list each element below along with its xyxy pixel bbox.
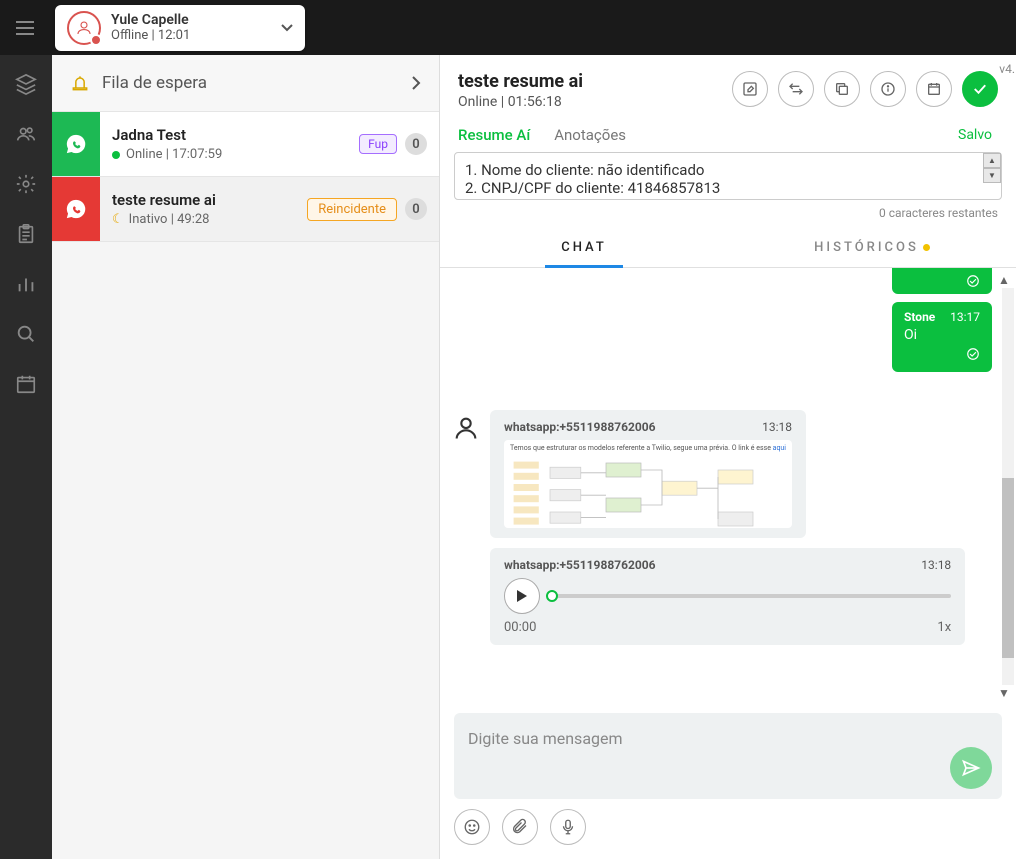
scrollbar-track[interactable] (1002, 288, 1014, 685)
info-button[interactable] (870, 71, 906, 107)
conversation-item[interactable]: Jadna Test Online | 17:07:59 Fup 0 (52, 112, 439, 177)
online-dot-icon (112, 151, 120, 159)
message-sender: Stone (904, 310, 935, 324)
top-bar: Yule Capelle Offline | 12:01 (0, 0, 1016, 55)
image-attachment[interactable]: Temos que estruturar os modelos referent… (504, 440, 792, 528)
incoming-message-bubble: whatsapp:+5511988762006 13:18 (490, 548, 965, 645)
audio-progress-track[interactable] (552, 594, 951, 598)
confirm-button[interactable] (962, 71, 998, 107)
user-status-text: Offline | 12:01 (111, 28, 281, 43)
incoming-message: whatsapp:+5511988762006 13:18 Temos que … (452, 410, 992, 538)
scroll-down-arrow-icon[interactable]: ▼ (996, 685, 1012, 701)
message-sender: whatsapp:+5511988762006 (504, 558, 656, 572)
spinner-control[interactable]: ▲ ▼ (983, 153, 1001, 183)
conversation-name: Jadna Test (112, 126, 359, 144)
version-label: v4. (998, 60, 1016, 78)
calendar-button[interactable] (916, 71, 952, 107)
attachment-button[interactable] (502, 809, 538, 845)
message-sender: whatsapp:+5511988762006 (504, 420, 656, 434)
audio-progress-knob-icon[interactable] (546, 590, 558, 602)
play-button[interactable] (504, 578, 540, 614)
queue-title: Fila de espera (102, 73, 411, 93)
summary-line: 2. CNPJ/CPF do cliente: 41846857813 (465, 179, 991, 197)
queue-header[interactable]: Fila de espera (52, 55, 439, 112)
user-status-card[interactable]: Yule Capelle Offline | 12:01 (55, 5, 305, 51)
diagram-thumbnail-icon (508, 456, 788, 528)
conversation-name: teste resume ai (112, 191, 307, 209)
conversation-meta: ☾ Inativo | 49:28 (112, 212, 307, 227)
whatsapp-channel-icon (52, 177, 100, 241)
chevron-right-icon (411, 75, 421, 91)
summary-textarea[interactable]: 1. Nome do cliente: não identificado 2. … (454, 152, 1002, 200)
user-name: Yule Capelle (111, 12, 281, 28)
transfer-button[interactable] (778, 71, 814, 107)
conversation-meta: Online | 17:07:59 (112, 147, 359, 162)
calendar-icon[interactable] (15, 373, 37, 395)
message-input[interactable]: Digite sua mensagem (454, 713, 1002, 799)
chat-panel: teste resume ai Online | 01:56:18 Resume… (440, 55, 1016, 859)
chevron-down-icon[interactable] (281, 24, 293, 32)
subtabs: Resume Aí Anotações Salvo (440, 120, 1016, 144)
gear-icon[interactable] (15, 173, 37, 195)
moon-inactive-icon: ☾ (112, 212, 124, 227)
messages-scroll-area[interactable]: ▲ ▼ Stone 13:17 (440, 268, 1016, 705)
chat-header: teste resume ai Online | 01:56:18 (440, 55, 1016, 120)
tab-history[interactable]: HISTÓRICOS (728, 228, 1016, 267)
whatsapp-channel-icon (52, 112, 100, 176)
spinner-down-icon[interactable]: ▼ (983, 168, 1001, 183)
search-icon[interactable] (15, 323, 37, 345)
emoji-button[interactable] (454, 809, 490, 845)
copy-button[interactable] (824, 71, 860, 107)
send-button[interactable] (950, 747, 992, 789)
summary-line: 1. Nome do cliente: não identificado (465, 161, 991, 179)
tab-annotations[interactable]: Anotações (554, 126, 626, 144)
hamburger-menu-icon[interactable] (10, 13, 40, 43)
scrollbar-thumb[interactable] (1002, 478, 1014, 658)
audio-player (504, 578, 951, 614)
audio-playback-rate[interactable]: 1x (937, 620, 951, 635)
composer-area: Digite sua mensagem (440, 705, 1016, 859)
message-delivered-icon (904, 347, 980, 364)
incoming-message: whatsapp:+5511988762006 13:18 (452, 548, 992, 645)
audio-position: 00:00 (504, 620, 536, 635)
fup-badge: Fup (359, 134, 397, 154)
user-avatar (67, 11, 101, 45)
bell-alert-icon (70, 73, 90, 93)
unread-count-badge: 0 (405, 133, 427, 155)
tab-resume-ai[interactable]: Resume Aí (458, 126, 530, 144)
users-icon[interactable] (15, 123, 37, 145)
bar-chart-icon[interactable] (15, 273, 37, 295)
history-dot-indicator-icon (923, 244, 930, 251)
message-text: Oi (904, 327, 980, 343)
message-time: 13:18 (921, 558, 951, 572)
tab-chat[interactable]: CHAT (440, 228, 728, 267)
clipboard-icon[interactable] (15, 223, 37, 245)
chat-view-tabs: CHAT HISTÓRICOS (440, 228, 1016, 268)
contact-avatar-icon (452, 414, 480, 442)
layers-icon[interactable] (15, 73, 37, 95)
reincidente-badge: Reincidente (307, 198, 397, 221)
microphone-button[interactable] (550, 809, 586, 845)
message-time: 13:18 (762, 420, 792, 434)
outgoing-message-partial (892, 268, 992, 294)
edit-button[interactable] (732, 71, 768, 107)
scroll-up-arrow-icon[interactable]: ▲ (996, 272, 1012, 288)
message-time: 13:17 (950, 310, 980, 324)
chat-title: teste resume ai (458, 71, 732, 92)
icon-sidebar (0, 55, 52, 859)
incoming-message-bubble: whatsapp:+5511988762006 13:18 Temos que … (490, 410, 806, 538)
spinner-up-icon[interactable]: ▲ (983, 153, 1001, 168)
unread-count-badge: 0 (405, 198, 427, 220)
saved-indicator: Salvo (958, 127, 992, 143)
status-offline-indicator-icon (90, 34, 102, 46)
message-input-placeholder: Digite sua mensagem (468, 729, 623, 748)
outgoing-message: Stone 13:17 Oi (892, 302, 992, 372)
conversation-item[interactable]: teste resume ai ☾ Inativo | 49:28 Reinci… (52, 177, 439, 242)
characters-remaining: 0 caracteres restantes (440, 202, 1016, 228)
chat-status: Online | 01:56:18 (458, 94, 732, 110)
conversation-panel: Fila de espera Jadna Test Online | 17:07… (52, 55, 440, 859)
